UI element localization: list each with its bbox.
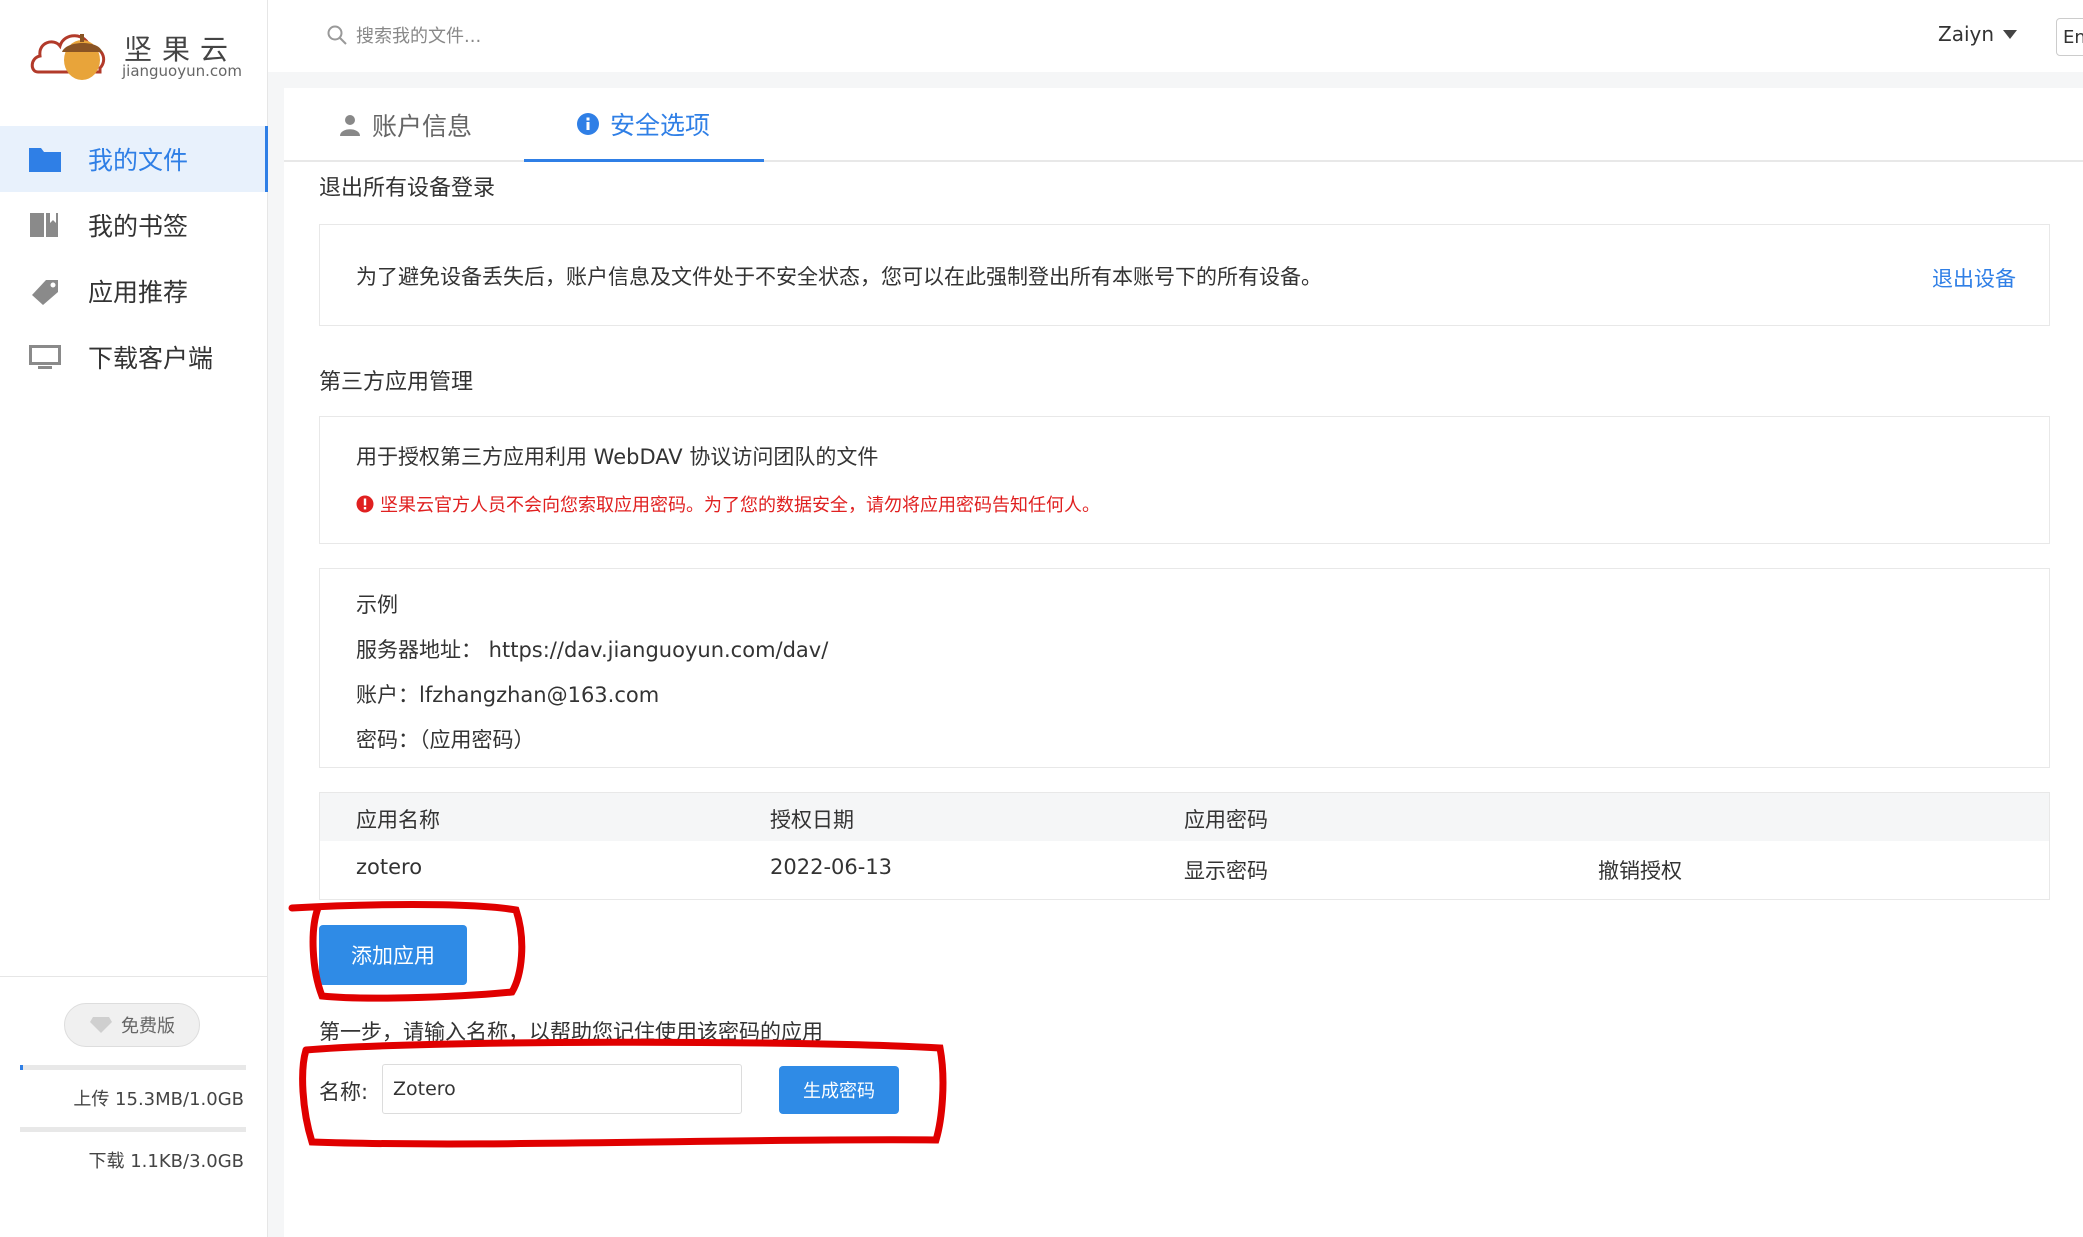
third-party-description: 用于授权第三方应用利用 WebDAV 协议访问团队的文件 [356,445,879,469]
sidebar-item-label: 下载客户端 [88,344,214,373]
logo[interactable]: 坚果云 jianguoyun.com [30,22,242,84]
acorn-cloud-logo-icon [30,34,106,80]
monitor-icon [29,345,61,369]
sidebar-nav: 我的文件 我的书签 应用推荐 下载客户端 [0,126,268,390]
chevron-down-icon[interactable] [2003,30,2017,39]
download-quota-bar [20,1127,246,1132]
folder-icon [29,148,61,172]
generate-password-button[interactable]: 生成密码 [779,1066,899,1114]
tag-icon [32,280,58,305]
search-icon[interactable] [326,24,348,46]
language-button[interactable]: En [2056,18,2083,56]
sidebar-item-my-files[interactable]: 我的文件 [0,126,268,192]
bookmark-icon [30,213,58,237]
example-server: 服务器地址： https://dav.jianguoyun.com/dav/ [356,638,829,662]
settings-tabs: 账户信息 安全选项 [284,88,2083,162]
plan-label: 免费版 [121,1016,175,1037]
warning-message: 坚果云官方人员不会向您索取应用密码。为了您的数据安全，请勿将应用密码告知任何人。 [356,491,1100,517]
sidebar-item-download-client[interactable]: 下载客户端 [0,324,268,390]
plan-badge[interactable]: 免费版 [64,1003,200,1047]
tab-account-info[interactable]: 账户信息 [338,88,528,162]
sidebar-item-label: 我的书签 [88,212,189,241]
tab-label: 安全选项 [610,110,711,140]
logout-description: 为了避免设备丢失后，账户信息及文件处于不安全状态，您可以在此强制登出所有本账号下… [356,265,1322,289]
top-bar: Zaiyn En [268,0,2083,72]
user-menu[interactable]: Zaiyn [1938,22,1994,46]
logout-box: 为了避免设备丢失后，账户信息及文件处于不安全状态，您可以在此强制登出所有本账号下… [319,224,2050,326]
example-password: 密码：（应用密码） [356,728,535,752]
logo-domain: jianguoyun.com [122,62,242,80]
column-auth-date: 授权日期 [770,808,854,832]
example-box: 示例 服务器地址： https://dav.jianguoyun.com/dav… [319,568,2050,768]
step1-instruction: 第一步，请输入名称，以帮助您记住使用该密码的应用 [319,1020,823,1044]
example-account: 账户：lfzhangzhan@163.com [356,683,660,707]
info-icon [577,112,599,135]
show-password-link[interactable]: 显示密码 [1184,855,1268,885]
sidebar: 坚果云 jianguoyun.com 我的文件 我的书签 应用推荐 下载客户端 … [0,0,268,1237]
auth-date-cell: 2022-06-13 [770,855,893,879]
table-header: 应用名称 授权日期 应用密码 [320,793,2049,841]
sidebar-item-app-recommend[interactable]: 应用推荐 [0,258,268,324]
third-party-section-title: 第三方应用管理 [319,370,474,395]
upload-quota-fill [20,1065,24,1070]
quota-panel: 免费版 上传 15.3MB/1.0GB 下载 1.1KB/3.0GB [0,976,268,1237]
logout-section-title: 退出所有设备登录 [319,176,496,201]
diamond-icon [90,1017,112,1033]
example-title: 示例 [356,593,398,617]
upload-quota-bar [20,1065,246,1070]
sidebar-item-bookmarks[interactable]: 我的书签 [0,192,268,258]
tab-label: 账户信息 [372,112,473,141]
name-label: 名称: [319,1080,369,1104]
add-app-button[interactable]: 添加应用 [319,925,467,985]
sidebar-item-label: 应用推荐 [88,278,189,307]
logout-devices-link[interactable]: 退出设备 [1932,263,2016,293]
column-app-name: 应用名称 [356,808,440,832]
tab-security-options[interactable]: 安全选项 [524,88,764,162]
app-window: 坚果云 jianguoyun.com 我的文件 我的书签 应用推荐 下载客户端 … [0,0,2083,1237]
search-input[interactable] [356,18,776,54]
revoke-authorization-link[interactable]: 撤销授权 [1598,855,1682,885]
third-party-info-box: 用于授权第三方应用利用 WebDAV 协议访问团队的文件 坚果云官方人员不会向您… [319,416,2050,544]
download-quota-text: 下载 1.1KB/3.0GB [88,1151,245,1172]
warning-text: 坚果云官方人员不会向您索取应用密码。为了您的数据安全，请勿将应用密码告知任何人。 [380,495,1100,516]
app-name-input[interactable] [382,1064,742,1114]
apps-table: 应用名称 授权日期 应用密码 zotero 2022-06-13 显示密码 撤销… [319,792,2050,900]
user-icon [340,115,360,136]
app-name-cell: zotero [356,855,423,879]
sidebar-item-label: 我的文件 [88,146,189,175]
column-app-password: 应用密码 [1184,808,1268,832]
upload-quota-text: 上传 15.3MB/1.0GB [73,1089,244,1110]
warning-icon [356,495,374,513]
